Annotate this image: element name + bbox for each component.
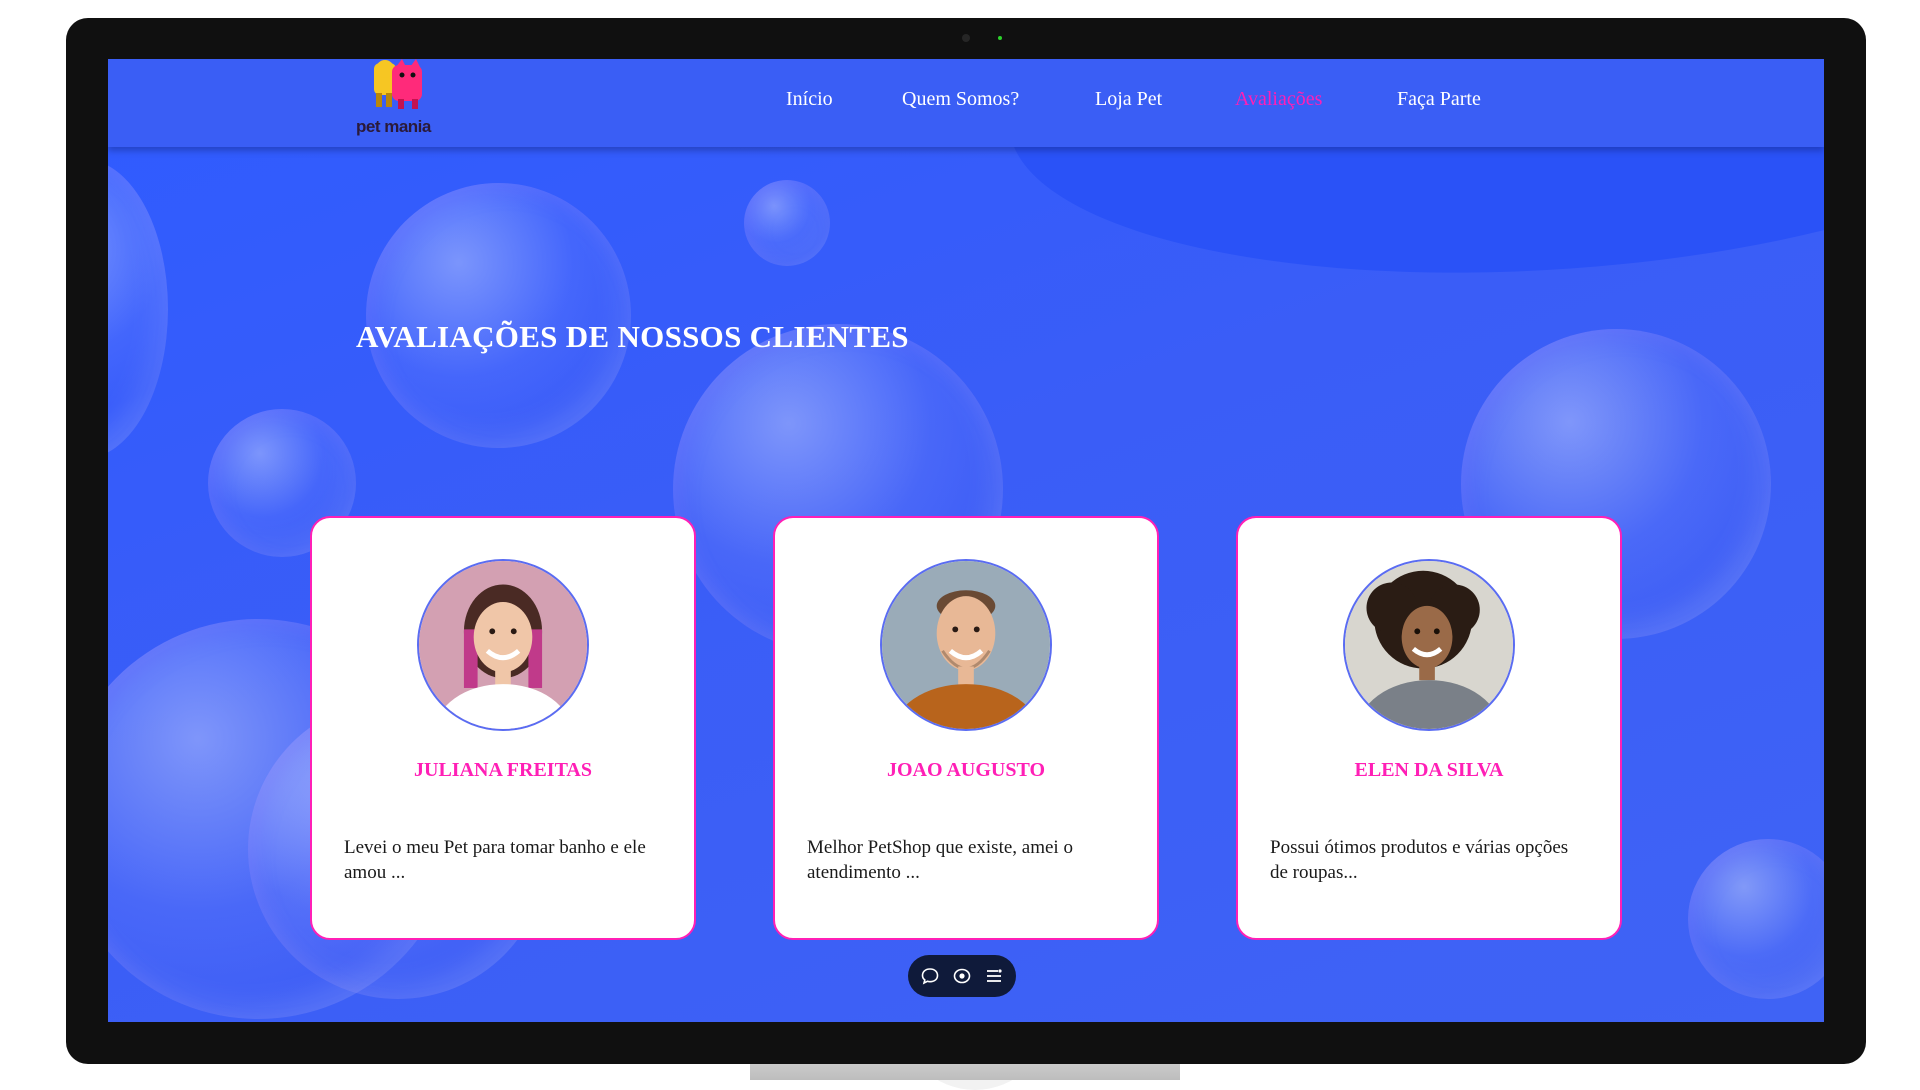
section-title: AVALIAÇÕES DE NOSSOS CLIENTES <box>356 319 909 354</box>
background-bubble <box>744 180 830 266</box>
reviewer-name: JOAO AUGUSTO <box>887 759 1045 781</box>
background-bubble <box>1688 839 1824 999</box>
monitor-camera-led <box>998 36 1002 40</box>
navbar: pet mania Início Quem Somos? Loja Pet Av… <box>108 59 1824 147</box>
nav-loja-pet[interactable]: Loja Pet <box>1095 88 1162 111</box>
review-card: JOAO AUGUSTO Melhor PetShop que existe, … <box>773 516 1159 940</box>
review-text: Melhor PetShop que existe, amei o atendi… <box>807 837 1073 883</box>
avatar <box>880 559 1052 731</box>
background-bubble <box>366 183 631 448</box>
chat-icon[interactable] <box>920 966 940 986</box>
background-bubble <box>108 159 168 459</box>
review-text: Levei o meu Pet para tomar banho e ele a… <box>344 837 646 883</box>
nav-inicio[interactable]: Início <box>786 88 833 111</box>
website-screen: pet mania Início Quem Somos? Loja Pet Av… <box>108 59 1824 1022</box>
nav-avaliacoes[interactable]: Avaliações <box>1235 88 1322 111</box>
review-text: Possui ótimos produtos e várias opções d… <box>1270 837 1569 883</box>
reviewer-name: ELEN DA SILVA <box>1354 759 1504 781</box>
nav-quem-somos[interactable]: Quem Somos? <box>902 88 1019 111</box>
nav-faca-parte[interactable]: Faça Parte <box>1397 88 1481 111</box>
avatar <box>1343 559 1515 731</box>
review-card: ELEN DA SILVA Possui ótimos produtos e v… <box>1236 516 1622 940</box>
eye-icon[interactable] <box>952 966 972 986</box>
avatar <box>417 559 589 731</box>
review-card: JULIANA FREITAS Levei o meu Pet para tom… <box>310 516 696 940</box>
reviewer-name: JULIANA FREITAS <box>414 759 592 781</box>
brand-name: pet mania <box>356 117 431 136</box>
floating-toolbar <box>908 955 1016 997</box>
menu-icon[interactable] <box>984 966 1004 986</box>
monitor-camera <box>962 34 970 42</box>
